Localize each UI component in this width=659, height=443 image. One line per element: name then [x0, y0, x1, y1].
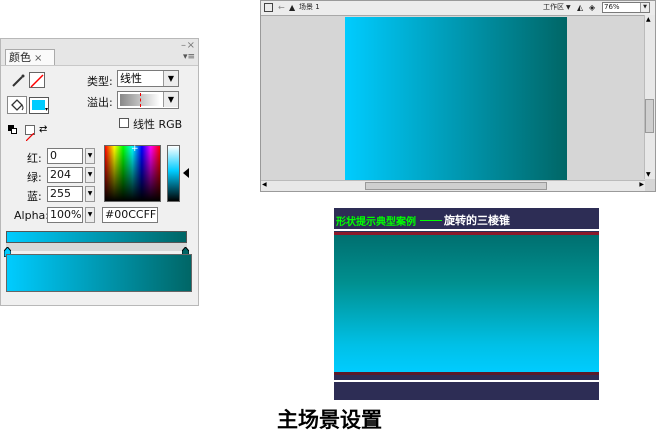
alpha-field[interactable]: 100% [47, 207, 83, 223]
default-colors-icon[interactable] [8, 125, 18, 135]
timeline-icon[interactable] [264, 3, 273, 12]
overflow-marker [140, 93, 141, 107]
back-arrow-icon[interactable]: ← [278, 1, 285, 14]
paint-bucket-icon[interactable] [7, 96, 27, 114]
no-color-icon[interactable] [25, 125, 35, 142]
linear-rgb-checkbox[interactable] [119, 118, 129, 128]
red-spinner[interactable]: ▼ [85, 148, 95, 164]
scroll-right-icon[interactable]: ▶ [639, 181, 644, 188]
pencil-icon[interactable] [11, 73, 25, 87]
gradient-stop-right[interactable] [181, 242, 190, 258]
top-line [334, 229, 599, 231]
scene-label: 场景 1 [299, 3, 320, 11]
overflow-label: 溢出: [87, 96, 113, 109]
chevron-down-icon: ▼ [566, 4, 571, 11]
type-label: 类型: [87, 75, 113, 88]
panel-close-icon[interactable]: × [187, 40, 195, 51]
vertical-scrollbar[interactable]: ▲ ▼ [644, 15, 655, 179]
workspace-menu[interactable]: 工作区 [543, 1, 564, 14]
hex-field[interactable]: #00CCFF [102, 207, 158, 223]
banner-divider [420, 220, 442, 221]
blue-label: 蓝: [27, 190, 42, 203]
scroll-down-icon[interactable]: ▼ [646, 171, 651, 178]
tab-label: 颜色 [9, 51, 31, 64]
color-panel: 颜色 × – × ▾≡ 类型: 线性 ▼ 溢出: ▼ ▾ 线性 RGB ⇄ 红:… [0, 38, 199, 306]
green-spinner[interactable]: ▼ [85, 167, 95, 183]
swap-colors-icon[interactable]: ⇄ [39, 124, 51, 136]
horizontal-scrollbar[interactable]: ◀ ▶ [261, 180, 645, 191]
gradient-bar[interactable] [6, 231, 187, 243]
fill-color-swatch[interactable]: ▾ [29, 97, 49, 114]
zoom-select[interactable]: 76% ▼ [602, 2, 650, 13]
scroll-left-icon[interactable]: ◀ [262, 181, 267, 188]
zoom-value: 76% [604, 3, 620, 11]
type-select[interactable]: 线性 ▼ [117, 70, 179, 87]
stage-window: ← ▲ 场景 1 工作区 ▼ ◭ ◈ 76% ▼ ▲ ▼ ◀ ▶ [260, 0, 656, 192]
figure-caption: 主场景设置 [277, 407, 382, 432]
fill-color-chip [32, 100, 45, 110]
stage-toolbar: ← ▲ 场景 1 工作区 ▼ ◭ ◈ 76% ▼ [261, 1, 655, 16]
gradient-preview [6, 254, 192, 292]
close-icon[interactable]: × [34, 53, 42, 64]
chevron-down-icon: ▾ [44, 106, 48, 113]
type-value: 线性 [120, 72, 142, 85]
red-field[interactable]: 0 [47, 148, 83, 164]
blue-field[interactable]: 255 [47, 186, 83, 202]
panel-header: 颜色 × – × ▾≡ [1, 39, 198, 66]
preview-image: 形状提示典型案例 旋转的三棱锥 [334, 208, 599, 400]
chevron-down-icon: ▼ [163, 71, 178, 86]
bottom-line [334, 380, 599, 382]
banner-left-text: 形状提示典型案例 [336, 217, 416, 228]
green-field[interactable]: 204 [47, 167, 83, 183]
blue-spinner[interactable]: ▼ [85, 186, 95, 202]
chevron-down-icon: ▼ [163, 92, 178, 107]
preview-gradient [334, 235, 599, 372]
horizontal-scroll-thumb[interactable] [365, 182, 547, 190]
gradient-stop-left[interactable] [3, 242, 12, 258]
minimize-icon[interactable]: – [181, 40, 186, 51]
stroke-color-swatch[interactable] [29, 72, 45, 88]
alpha-label: Alpha: [14, 209, 49, 222]
brightness-pointer-icon[interactable] [183, 168, 189, 178]
edit-symbols-icon[interactable]: ◭ [577, 1, 583, 14]
spectrum-cursor: + [131, 144, 139, 154]
gradient-stop-track [6, 243, 187, 251]
chevron-down-icon: ▼ [640, 3, 649, 12]
edit-scene-icon[interactable]: ◈ [589, 1, 595, 14]
stage-canvas[interactable] [345, 17, 567, 180]
panel-menu-icon[interactable]: ▾≡ [183, 52, 195, 62]
color-spectrum[interactable]: + [104, 144, 161, 202]
linear-rgb-label: 线性 RGB [133, 118, 183, 131]
bottom-red-line [334, 372, 599, 375]
alpha-spinner[interactable]: ▼ [85, 207, 95, 223]
tab-color[interactable]: 颜色 × [5, 49, 55, 65]
overflow-select[interactable]: ▼ [117, 91, 179, 109]
scene-icon: ▲ [289, 3, 296, 12]
vertical-scroll-thumb[interactable] [645, 99, 654, 133]
banner-right-text: 旋转的三棱锥 [444, 214, 510, 227]
scroll-up-icon[interactable]: ▲ [646, 16, 651, 23]
red-label: 红: [27, 152, 42, 165]
brightness-slider[interactable] [167, 145, 180, 202]
green-label: 绿: [27, 171, 42, 184]
